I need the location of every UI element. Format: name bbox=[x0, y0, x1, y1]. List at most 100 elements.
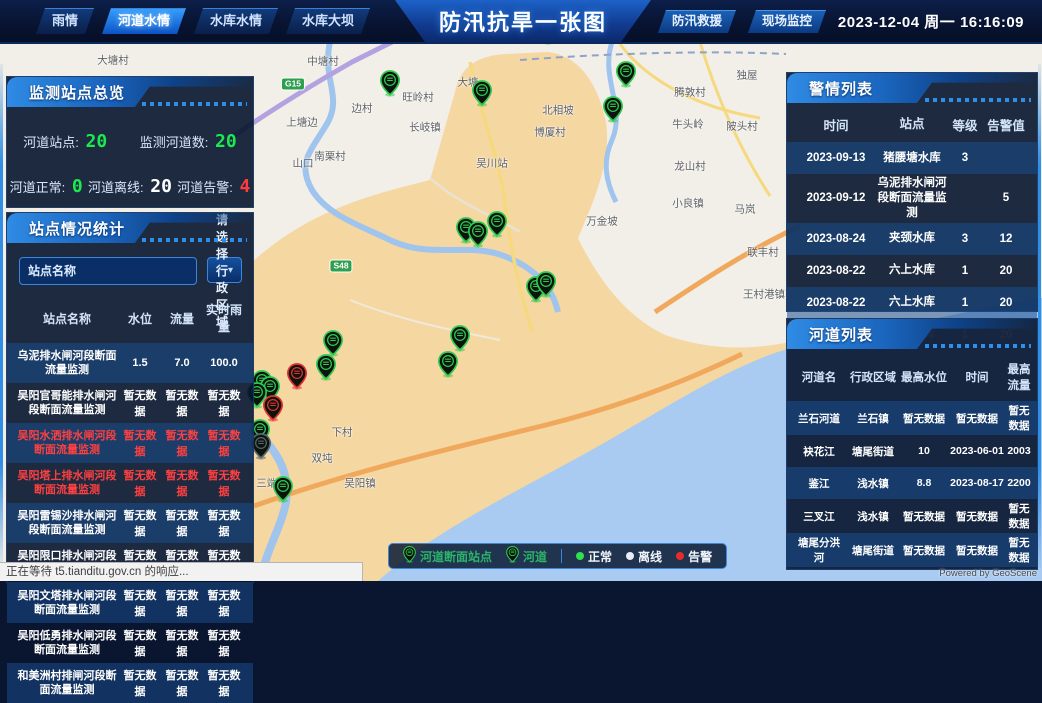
alarm-cell: 2023-09-13 bbox=[795, 152, 877, 164]
station-name: 吴阳官哥能排水闸河段断面流量监测 bbox=[15, 389, 119, 418]
station-value: 暂无数据 bbox=[161, 627, 203, 659]
right-edge-accent bbox=[1038, 64, 1041, 568]
alarm-cell: 夹颈水库 bbox=[877, 231, 947, 246]
alarm-row[interactable]: 2023-09-13猪腰塘水库3 bbox=[787, 142, 1037, 174]
river-cell: 浅水镇 bbox=[845, 509, 901, 524]
river-cell: 暂无数据 bbox=[901, 411, 947, 426]
station-row[interactable]: 吴阳塔上排水闸河段断面流量监测暂无数据暂无数据暂无数据 bbox=[7, 463, 253, 503]
river-cell: 塘尾街道 bbox=[845, 444, 901, 459]
map-place-label: 双坉 bbox=[312, 451, 333, 466]
river-pin-icon bbox=[506, 546, 519, 566]
river-row[interactable]: 塘尾分洪河塘尾街道暂无数据暂无数据暂无数据 bbox=[787, 533, 1037, 567]
alarm-cell: 2023-08-24 bbox=[795, 233, 877, 245]
column-header: 时间 bbox=[947, 369, 1007, 385]
stat-value: 20 bbox=[215, 131, 237, 152]
column-header: 等级 bbox=[947, 115, 983, 134]
alarm-panel-title: 警情列表 bbox=[809, 78, 873, 99]
river-cell: 8.8 bbox=[901, 477, 947, 489]
header-buttons: 防汛救援现场监控 bbox=[658, 10, 826, 33]
station-name: 和美洲村排闸河段断面流量监测 bbox=[15, 669, 119, 698]
tab-雨情[interactable]: 雨情 bbox=[36, 8, 94, 34]
alarm-row[interactable]: 2023-08-22六上水库120 bbox=[787, 287, 1037, 319]
station-value: 暂无数据 bbox=[203, 667, 245, 699]
station-name: 乌泥排水闸河段断面流量监测 bbox=[15, 349, 119, 378]
column-header: 最高流量 bbox=[1007, 361, 1031, 393]
station-value: 暂无数据 bbox=[119, 627, 161, 659]
overview-panel: 监测站点总览 河道站点: 20监测河道数: 20河道正常: 0河道离线: 20河… bbox=[6, 76, 254, 208]
map-place-label: 长岐镇 bbox=[409, 120, 441, 135]
station-row[interactable]: 吴阳雷锡沙排水闸河段断面流量监测暂无数据暂无数据暂无数据 bbox=[7, 503, 253, 543]
river-table-header: 河道名行政区域最高水位时间最高流量 bbox=[787, 349, 1037, 401]
alarm-cell: 3 bbox=[947, 152, 983, 164]
alarm-cell: 5 bbox=[983, 192, 1029, 204]
stat-row: 河道正常: 0河道离线: 20河道告警: 4 bbox=[7, 176, 253, 197]
river-cell: 2023-08-17 bbox=[947, 477, 1007, 489]
river-cell: 暂无数据 bbox=[901, 509, 947, 524]
river-cell: 鉴江 bbox=[793, 476, 845, 491]
alarm-row[interactable]: 2023-08-24夹颈水库312 bbox=[787, 223, 1037, 255]
river-cell: 兰石镇 bbox=[845, 411, 901, 426]
station-value: 暂无数据 bbox=[203, 507, 245, 539]
left-edge-accent bbox=[0, 64, 3, 564]
legend-dot-icon bbox=[626, 552, 634, 560]
station-row[interactable]: 吴阳官哥能排水闸河段断面流量监测暂无数据暂无数据暂无数据 bbox=[7, 383, 253, 423]
river-row[interactable]: 三叉江浅水镇暂无数据暂无数据暂无数据 bbox=[787, 499, 1037, 533]
tab-河道水情[interactable]: 河道水情 bbox=[102, 8, 186, 34]
river-panel: 河道列表 河道名行政区域最高水位时间最高流量 兰石河道兰石镇暂无数据暂无数据暂无… bbox=[786, 318, 1038, 570]
station-row[interactable]: 和美洲村排闸河段断面流量监测暂无数据暂无数据暂无数据 bbox=[7, 663, 253, 703]
station-row[interactable]: 乌泥排水闸河段断面流量监测1.57.0100.0 bbox=[7, 343, 253, 383]
station-name-input[interactable] bbox=[19, 257, 197, 285]
legend-dot-icon bbox=[576, 552, 584, 560]
legend-item: 离线 bbox=[626, 548, 662, 565]
station-row[interactable]: 吴阳低勇排水闸河段断面流量监测暂无数据暂无数据暂无数据 bbox=[7, 623, 253, 663]
station-row[interactable]: 吴阳文塔排水闸河段断面流量监测暂无数据暂无数据暂无数据 bbox=[7, 583, 253, 623]
map-place-label: 山口 bbox=[293, 156, 314, 171]
column-header: 实时雨量 bbox=[203, 301, 245, 335]
river-row[interactable]: 袂花江塘尾街道102023-06-012003 bbox=[787, 435, 1037, 467]
river-cell: 暂无数据 bbox=[1007, 501, 1031, 531]
station-value: 暂无数据 bbox=[203, 627, 245, 659]
station-value: 暂无数据 bbox=[203, 387, 245, 419]
station-row[interactable]: 吴阳水洒排水闸河段断面流量监测暂无数据暂无数据暂无数据 bbox=[7, 423, 253, 463]
river-cell: 塘尾街道 bbox=[845, 543, 901, 558]
river-row[interactable]: 鉴江浅水镇8.82023-08-172200 bbox=[787, 467, 1037, 499]
station-name: 吴阳塔上排水闸河段断面流量监测 bbox=[15, 469, 119, 498]
map-place-label: 吴川站 bbox=[476, 156, 508, 171]
river-cell: 浅水镇 bbox=[845, 476, 901, 491]
river-cell: 暂无数据 bbox=[947, 509, 1007, 524]
alarm-cell: 2023-08-22 bbox=[795, 265, 877, 277]
header-button-防汛救援[interactable]: 防汛救援 bbox=[658, 10, 736, 33]
chevron-down-icon: ▾ bbox=[228, 265, 233, 276]
top-navbar: 雨情河道水情水库水情水库大坝 防汛抗旱一张图 防汛救援现场监控 2023-12-… bbox=[0, 0, 1042, 44]
map-place-label: 龙山村 bbox=[674, 159, 706, 174]
legend-item: 河道 bbox=[506, 546, 547, 566]
ribbon-dotline bbox=[925, 98, 1032, 102]
station-value: 暂无数据 bbox=[203, 427, 245, 459]
page-title: 防汛抗旱一张图 bbox=[439, 5, 607, 37]
legend-label: 告警 bbox=[688, 548, 712, 565]
tab-水库水情[interactable]: 水库水情 bbox=[194, 8, 278, 34]
tab-水库大坝[interactable]: 水库大坝 bbox=[286, 8, 370, 34]
region-select[interactable]: 请选择行政区域 ▾ bbox=[207, 257, 242, 283]
column-header: 站点 bbox=[877, 116, 947, 132]
alarm-cell: 1 bbox=[947, 265, 983, 277]
datetime-display: 2023-12-04 周一 16:16:09 bbox=[838, 11, 1024, 32]
map-place-label: 边村 bbox=[352, 101, 373, 116]
river-cell: 10 bbox=[901, 445, 947, 457]
alarm-row[interactable]: 2023-09-12乌泥排水闸河段断面流量监测5 bbox=[787, 174, 1037, 223]
column-header: 行政区域 bbox=[845, 369, 901, 385]
browser-status-bar: 正在等待 t5.tianditu.gov.cn 的响应... bbox=[0, 562, 363, 581]
river-cell: 暂无数据 bbox=[947, 411, 1007, 426]
alarm-row[interactable]: 2023-08-22六上水库120 bbox=[787, 255, 1037, 287]
alarm-cell: 六上水库 bbox=[877, 263, 947, 278]
ribbon-dotline bbox=[142, 238, 247, 242]
road-badge-G15: G15 bbox=[281, 78, 305, 91]
station-value: 暂无数据 bbox=[161, 587, 203, 619]
map-place-label: 下村 bbox=[332, 425, 353, 440]
header-button-现场监控[interactable]: 现场监控 bbox=[748, 10, 826, 33]
station-value: 暂无数据 bbox=[161, 507, 203, 539]
river-row[interactable]: 兰石河道兰石镇暂无数据暂无数据暂无数据 bbox=[787, 401, 1037, 435]
alarm-cell: 1 bbox=[947, 297, 983, 309]
history-alarms-link[interactable]: 历史警情 bbox=[977, 80, 1027, 99]
stat-value: 20 bbox=[150, 176, 172, 197]
